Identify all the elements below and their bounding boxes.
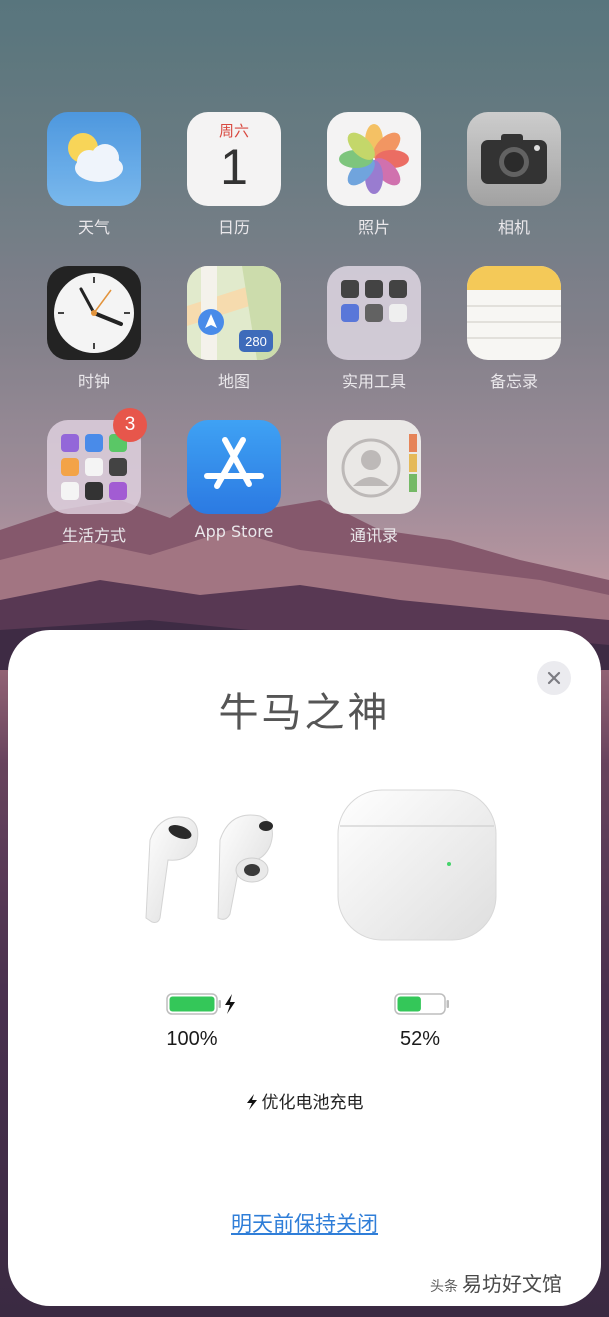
earbuds-battery-icon bbox=[166, 993, 235, 1015]
watermark-prefix: 头条 bbox=[430, 1279, 458, 1295]
watermark-text: 易坊好文馆 bbox=[462, 1272, 562, 1296]
charging-bolt-icon bbox=[225, 994, 235, 1014]
charging-bolt-icon bbox=[246, 1094, 257, 1110]
earbuds-battery-percent: 100% bbox=[166, 1028, 218, 1050]
case-battery-icon bbox=[394, 993, 449, 1015]
optimized-charging-label: 优化电池充电 bbox=[261, 1093, 364, 1113]
airpods-case-image bbox=[337, 789, 497, 941]
optimized-charging-status: 优化电池充电 bbox=[8, 1088, 601, 1113]
airpods-earbuds-image bbox=[145, 814, 273, 923]
airpods-popup-card: 牛马之神 100% 52% 优化电池充电 明天前保持关闭 bbox=[8, 630, 601, 1306]
device-name: 牛马之神 bbox=[218, 690, 391, 736]
keep-off-until-tomorrow-link[interactable]: 明天前保持关闭 bbox=[8, 1208, 601, 1238]
watermark: 头条 易坊好文馆 bbox=[430, 1268, 562, 1297]
case-battery-percent: 52% bbox=[399, 1028, 441, 1050]
